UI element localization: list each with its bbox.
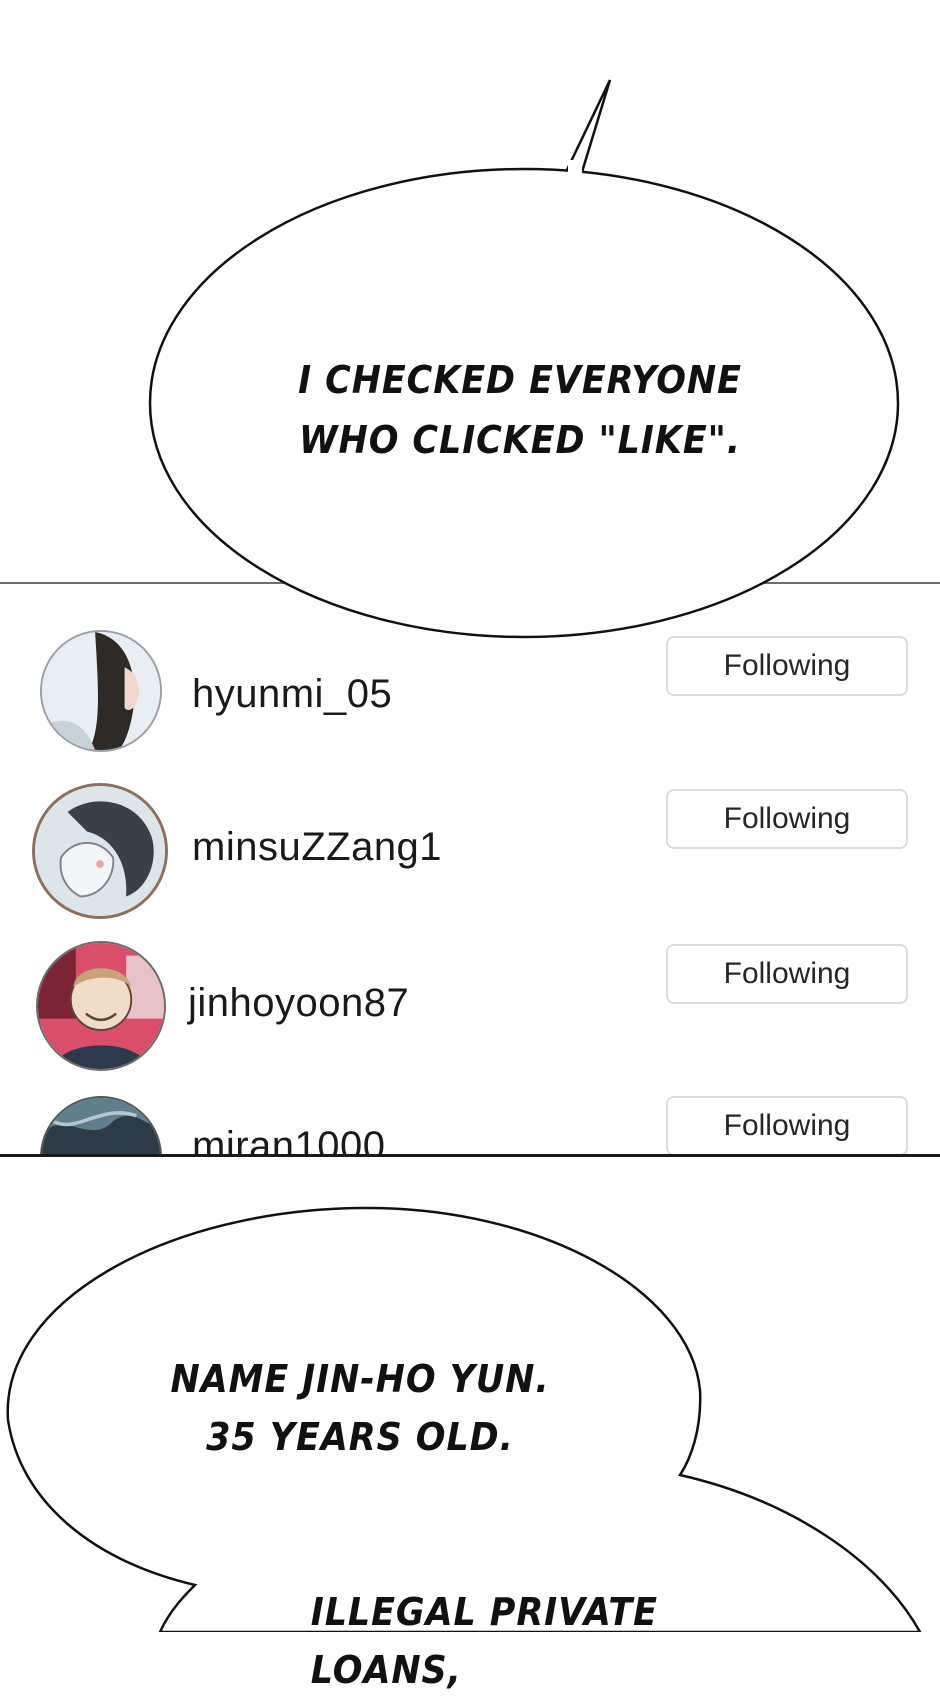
top-bubble-text: I CHECKED EVERYONE WHO CLICKED "LIKE". <box>272 350 769 470</box>
bottom-bubble-line-2: 35 YEARS OLD. <box>206 1415 514 1459</box>
top-bubble-line-2: WHO CLICKED "LIKE". <box>299 418 741 462</box>
bottom-bubble-text-continued: ILLEGAL PRIVATE LOANS, <box>311 1583 789 1699</box>
bottom-bubble-text: NAME JIN-HO YUN. 35 YEARS OLD. <box>148 1350 571 1466</box>
top-bubble-line-1: I CHECKED EVERYONE <box>298 358 742 402</box>
bottom-bubble-line-3: ILLEGAL PRIVATE LOANS, <box>310 1590 658 1692</box>
bottom-bubble-line-1: NAME JIN-HO YUN. <box>170 1357 550 1401</box>
